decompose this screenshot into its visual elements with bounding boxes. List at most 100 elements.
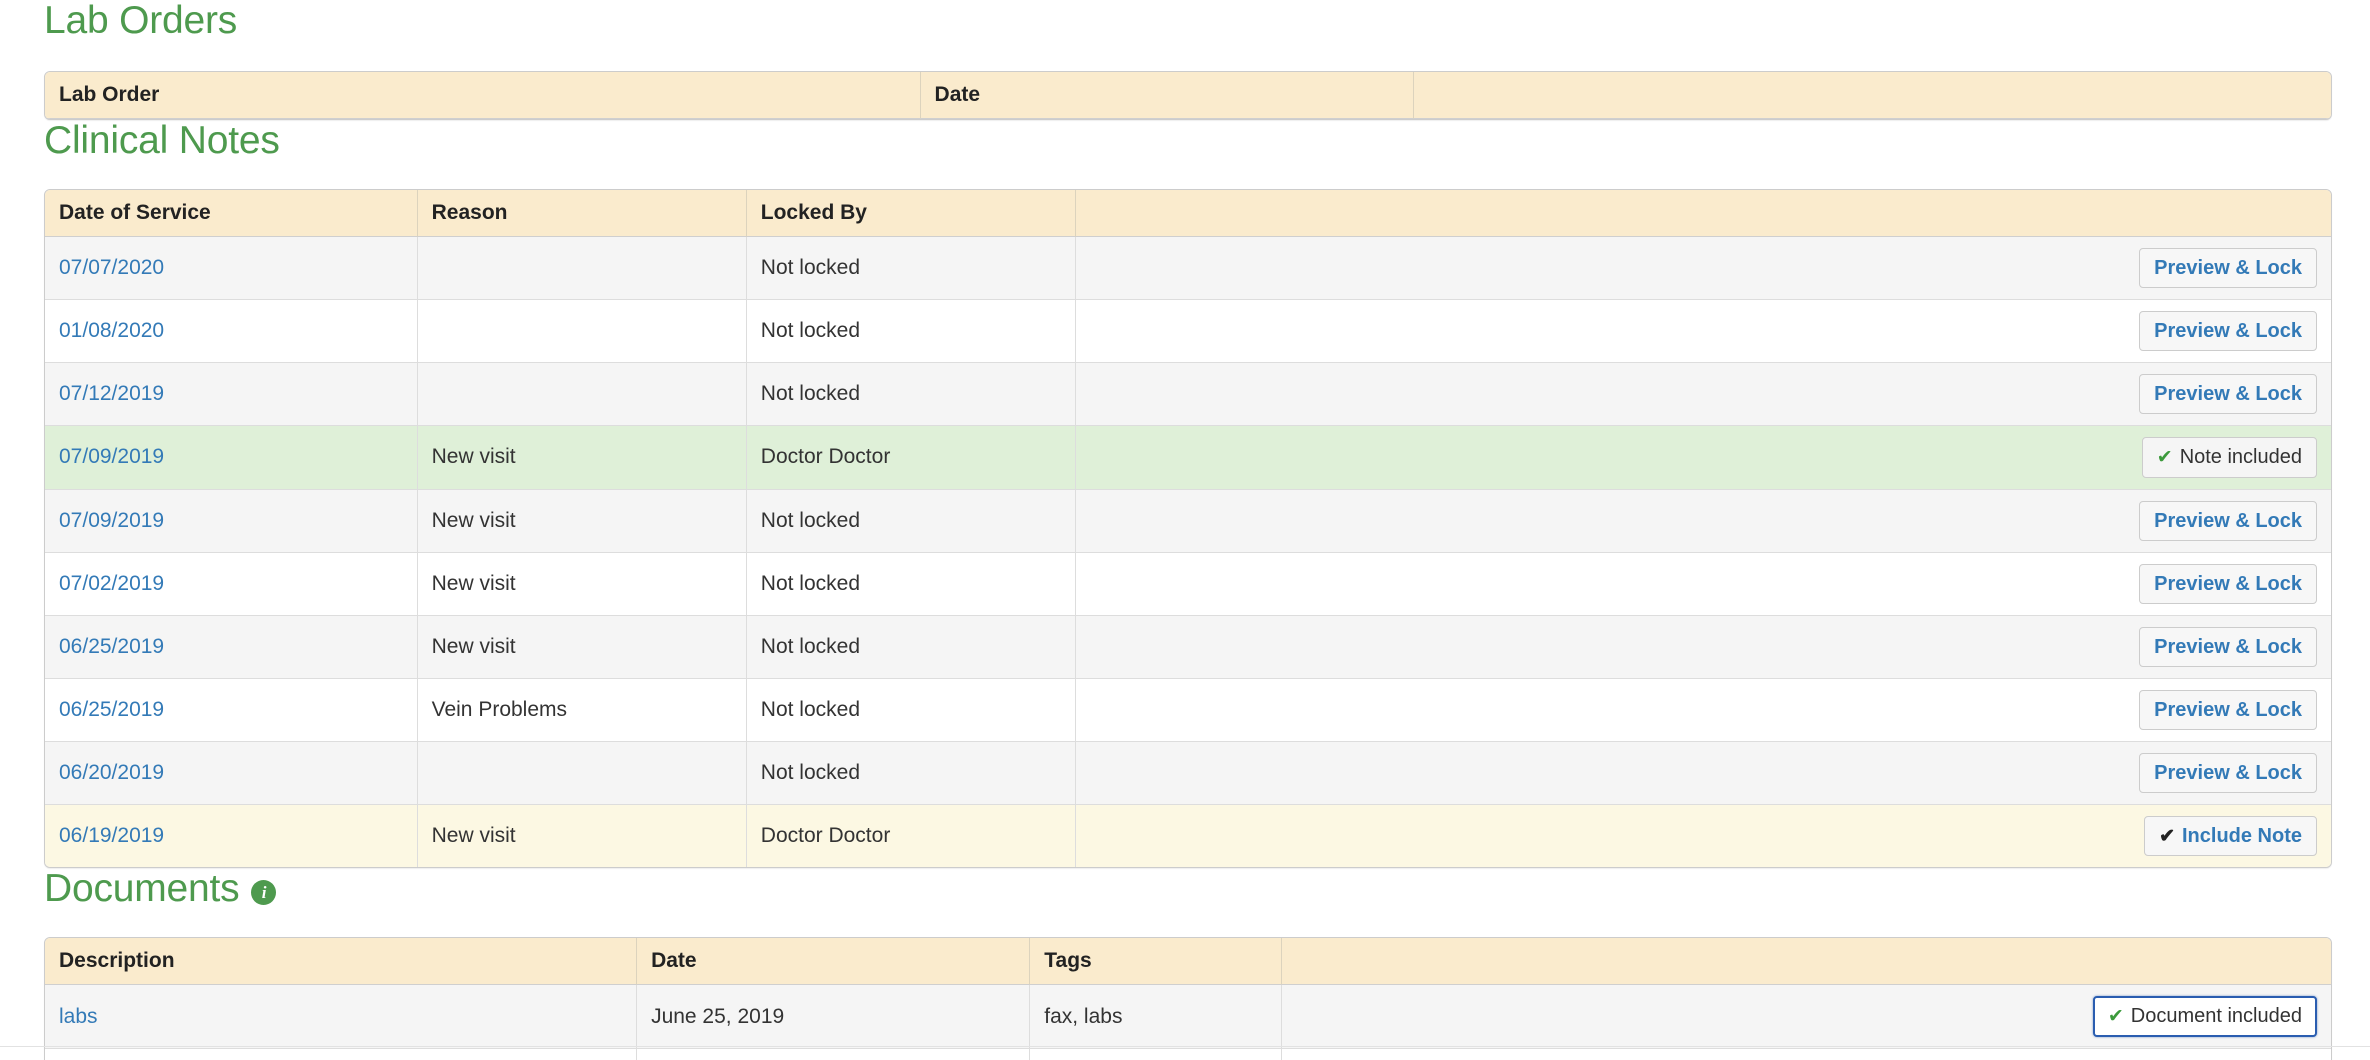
documents-table-wrapper: Description Date Tags labs June 25, 2019 f…: [44, 937, 2332, 1060]
clinical-note-preview-lock-button[interactable]: Preview & Lock: [2139, 373, 2317, 414]
clinical-note-include-button[interactable]: ✔ Include Note: [2144, 815, 2317, 857]
clinical-notes-table: Date of Service Reason Locked By 07/07/2…: [44, 188, 2332, 869]
clinical-note-action-cell: Preview & Lock: [1075, 552, 2331, 616]
clinical-note-date-of-service-cell: 06/19/2019: [45, 804, 418, 868]
clinical-note-date-of-service-cell: 07/12/2019: [45, 362, 418, 426]
clinical-note-locked-by-text: Not locked: [760, 634, 860, 658]
clinical-note-row[interactable]: 07/12/2019 Not locked Preview & Lock: [45, 362, 2331, 426]
clinical-note-locked-by-text: Doctor Doctor: [760, 823, 891, 847]
document-tags-cell: fax, labs: [1030, 985, 1282, 1050]
clinical-note-date-of-service-link[interactable]: 06/20/2019: [59, 761, 164, 784]
clinical-note-date-of-service-link[interactable]: 07/09/2019: [59, 509, 164, 532]
clinical-note-locked-by-cell: Not locked: [746, 299, 1076, 363]
clinical-note-locked-by-text: Not locked: [760, 697, 860, 721]
clinical-note-row[interactable]: 07/09/2019 New visit Not locked Preview & L…: [45, 489, 2331, 553]
clinical-note-row[interactable]: 06/20/2019 Not locked Preview & Lock: [45, 741, 2331, 805]
documents-col-description[interactable]: Description: [45, 938, 638, 986]
clinical-note-action-cell: Preview & Lock: [1075, 741, 2331, 805]
clinical-note-date-of-service-cell: 07/09/2019: [45, 489, 418, 553]
lab-orders-notes-documents-page: Lab Orders Lab Order Date Clinical Notes…: [0, 0, 2370, 1060]
document-included-button[interactable]: ✔ Document included: [2092, 996, 2317, 1038]
clinical-note-row[interactable]: 06/19/2019 New visit Doctor Doctor ✔ Include…: [45, 804, 2331, 868]
clinical-note-locked-by-text: Not locked: [760, 255, 860, 279]
clinical-note-row[interactable]: 07/02/2019 New visit Not locked Preview & L…: [45, 552, 2331, 616]
clinical-note-action-label: Include Note: [2181, 824, 2302, 847]
lab-orders-table: Lab Order Date: [44, 70, 2332, 120]
document-action-label: Document included: [2130, 1005, 2302, 1028]
clinical-note-locked-by-text: Not locked: [760, 318, 860, 342]
document-date-cell: June 25, 2019: [637, 985, 1031, 1050]
clinical-note-action-cell: ✔ Note included: [1075, 425, 2331, 490]
clinical-note-date-of-service-cell: 06/25/2019: [45, 615, 418, 679]
clinical-note-date-of-service-cell: 01/08/2020: [45, 299, 418, 363]
info-icon[interactable]: i: [251, 880, 277, 906]
clinical-note-row[interactable]: 01/08/2020 Not locked Preview & Lock: [45, 299, 2331, 363]
documents-col-tags[interactable]: Tags: [1030, 938, 1282, 986]
clinical-note-preview-lock-button[interactable]: Preview & Lock: [2139, 626, 2317, 667]
clinical-notes-table-body: 07/07/2020 Not locked Preview & Lock 01/08/…: [45, 236, 2331, 868]
clinical-note-reason-text: New visit: [431, 445, 516, 469]
clinical-note-locked-by-cell: Not locked: [746, 489, 1076, 553]
check-icon: ✔: [2156, 446, 2173, 468]
clinical-note-locked-by-cell: Not locked: [746, 678, 1076, 742]
clinical-note-preview-lock-button[interactable]: Preview & Lock: [2139, 689, 2317, 730]
clinical-note-row[interactable]: 07/07/2020 Not locked Preview & Lock: [45, 236, 2331, 300]
clinical-note-reason-text: New visit: [431, 571, 516, 595]
clinical-note-row[interactable]: 07/09/2019 New visit Doctor Doctor ✔ Note in…: [45, 425, 2331, 490]
clinical-note-included-button[interactable]: ✔ Note included: [2141, 436, 2317, 478]
clinical-notes-col-locked-by[interactable]: Locked By: [746, 189, 1076, 237]
lab-orders-col-date[interactable]: Date: [920, 71, 1415, 119]
clinical-note-locked-by-text: Not locked: [760, 381, 860, 405]
clinical-note-action-cell: Preview & Lock: [1075, 236, 2331, 300]
clinical-note-preview-lock-button[interactable]: Preview & Lock: [2139, 563, 2317, 604]
page-footer-divider: [0, 1046, 2370, 1047]
clinical-note-locked-by-cell: Doctor Doctor: [746, 425, 1076, 490]
clinical-note-action-cell: ✔ Include Note: [1075, 804, 2331, 868]
documents-col-date[interactable]: Date: [637, 938, 1031, 986]
clinical-notes-heading: Clinical Notes: [44, 119, 2332, 163]
clinical-notes-header-row: Date of Service Reason Locked By: [45, 189, 2331, 237]
documents-header-row: Description Date Tags: [45, 938, 2331, 986]
document-description-link[interactable]: labs: [59, 1005, 98, 1028]
lab-orders-col-actions: [1414, 71, 2331, 119]
clinical-note-reason-cell: New visit: [417, 552, 747, 616]
document-row[interactable]: Medical and Financial Consent.pdfJune 24…: [45, 1049, 2331, 1060]
document-tags-cell: labs: [1030, 1049, 1282, 1060]
clinical-note-date-of-service-cell: 06/25/2019: [45, 678, 418, 742]
lab-orders-heading: Lab Orders: [44, 0, 2332, 43]
clinical-notes-col-actions: [1075, 189, 2331, 237]
clinical-note-preview-lock-button[interactable]: Preview & Lock: [2139, 752, 2317, 793]
clinical-note-date-of-service-link[interactable]: 01/08/2020: [59, 319, 164, 342]
clinical-note-date-of-service-cell: 07/02/2019: [45, 552, 418, 616]
clinical-note-date-of-service-link[interactable]: 07/02/2019: [59, 572, 164, 595]
documents-title-text: Documents: [44, 867, 240, 911]
lab-orders-table-head: Lab Order Date: [45, 71, 2331, 119]
document-row[interactable]: labs June 25, 2019 fax, labs ✔ Document incl…: [45, 985, 2331, 1050]
document-action-cell: ✔ Document included: [1281, 985, 2331, 1050]
clinical-note-action-label: Preview & Lock: [2154, 319, 2302, 342]
clinical-note-date-of-service-link[interactable]: 07/09/2019: [59, 445, 164, 468]
clinical-notes-col-date-of-service[interactable]: Date of Service: [45, 189, 418, 237]
clinical-note-preview-lock-button[interactable]: Preview & Lock: [2139, 500, 2317, 541]
clinical-note-reason-cell: [417, 741, 747, 805]
clinical-note-date-of-service-link[interactable]: 06/25/2019: [59, 698, 164, 721]
clinical-note-action-label: Preview & Lock: [2154, 698, 2302, 721]
documents-table-head: Description Date Tags: [45, 938, 2331, 986]
clinical-note-reason-cell: New visit: [417, 489, 747, 553]
clinical-note-reason-cell: [417, 299, 747, 363]
clinical-notes-table-wrapper: Date of Service Reason Locked By 07/07/2…: [44, 188, 2332, 869]
clinical-note-locked-by-text: Not locked: [760, 760, 860, 784]
documents-col-actions: [1281, 938, 2331, 986]
clinical-notes-col-reason[interactable]: Reason: [417, 189, 747, 237]
clinical-note-row[interactable]: 06/25/2019 New visit Not locked Preview & L…: [45, 615, 2331, 679]
clinical-note-date-of-service-link[interactable]: 06/25/2019: [59, 635, 164, 658]
clinical-note-date-of-service-link[interactable]: 06/19/2019: [59, 824, 164, 847]
clinical-note-action-cell: Preview & Lock: [1075, 615, 2331, 679]
clinical-note-row[interactable]: 06/25/2019 Vein Problems Not locked Preview…: [45, 678, 2331, 742]
clinical-note-action-label: Preview & Lock: [2154, 572, 2302, 595]
clinical-note-preview-lock-button[interactable]: Preview & Lock: [2139, 247, 2317, 288]
clinical-note-preview-lock-button[interactable]: Preview & Lock: [2139, 310, 2317, 351]
clinical-note-date-of-service-link[interactable]: 07/07/2020: [59, 256, 164, 279]
clinical-note-date-of-service-link[interactable]: 07/12/2019: [59, 382, 164, 405]
lab-orders-col-lab-order[interactable]: Lab Order: [45, 71, 921, 119]
